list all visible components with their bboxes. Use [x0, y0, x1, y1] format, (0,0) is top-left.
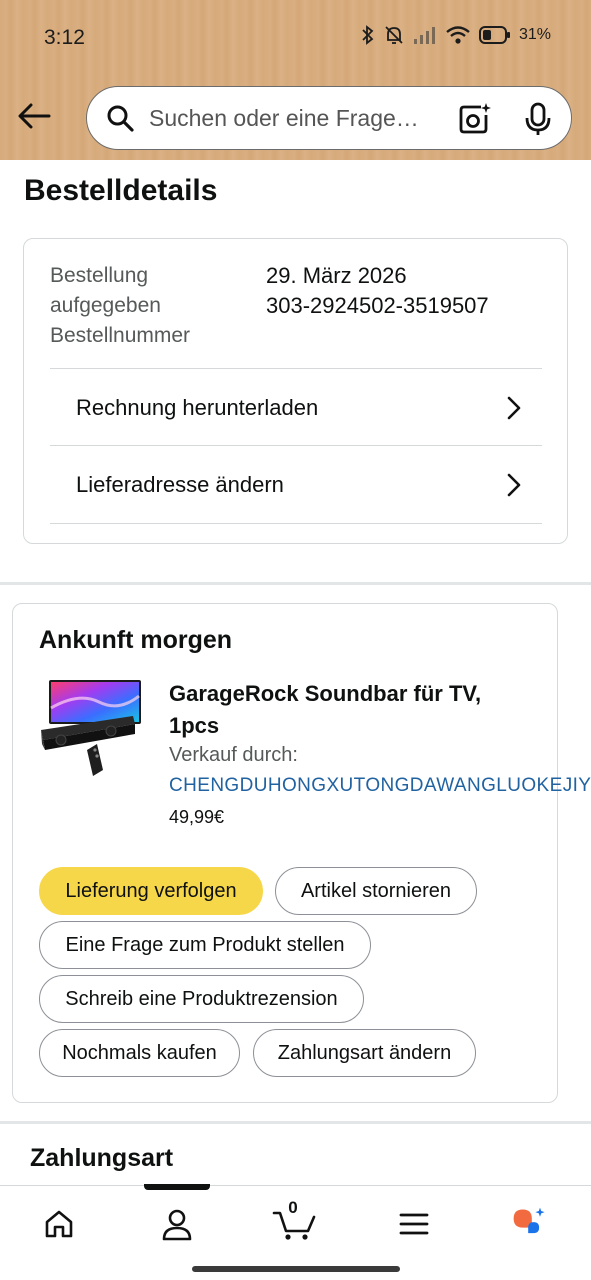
search-input[interactable]: Suchen oder eine Frage… [149, 105, 439, 132]
rufus-icon [513, 1207, 545, 1234]
change-payment-button[interactable]: Zahlungsart ändern [253, 1029, 476, 1077]
chevron-right-icon [507, 473, 521, 497]
order-labels: Bestellung aufgegeben Bestellnummer [50, 261, 240, 351]
section-divider [0, 1121, 591, 1124]
order-placed-label: Bestellung aufgegeben [50, 264, 161, 317]
order-date: 29. März 2026 [266, 263, 407, 288]
nav-rufus[interactable] [510, 1204, 550, 1244]
change-address-row[interactable]: Lieferadresse ändern [50, 445, 542, 523]
cancel-item-button[interactable]: Artikel stornieren [275, 867, 477, 915]
shipment-card: Ankunft morgen GarageRock Soundbar für T… [12, 603, 591, 1103]
status-bar: 3:12 31% [0, 0, 591, 76]
signal-icon [413, 27, 435, 44]
battery-percent: 31% [518, 26, 551, 43]
order-number: 303-2924502-3519507 [266, 293, 489, 318]
header: 3:12 31% Suchen oder eine Frage… [0, 0, 591, 160]
chevron-right-icon [507, 396, 521, 420]
section-divider [0, 582, 591, 585]
search-icon [107, 105, 134, 132]
product-image[interactable] [39, 678, 143, 778]
home-icon [45, 1210, 73, 1238]
back-arrow-icon [18, 103, 51, 129]
nav-cart[interactable]: 0 [272, 1198, 318, 1244]
track-delivery-button[interactable]: Lieferung verfolgen [39, 867, 263, 915]
camera-lens-icon[interactable] [457, 102, 491, 136]
order-summary-card: Bestellung aufgegeben Bestellnummer 29. … [23, 238, 568, 544]
cart-count: 0 [288, 1198, 298, 1217]
sold-by-label: Verkauf durch: [169, 744, 298, 766]
battery-icon [478, 26, 510, 44]
divider [50, 523, 542, 524]
product-title-link[interactable]: GarageRock Soundbar für TV, 1pcs [169, 678, 529, 742]
payment-section-title: Zahlungsart [30, 1144, 174, 1172]
delivery-status-title: Ankunft morgen [39, 626, 233, 654]
change-address-label: Lieferadresse ändern [76, 471, 284, 497]
product-price: 49,99€ [169, 807, 225, 827]
order-values: 29. März 2026 303-2924502-3519507 [266, 261, 489, 321]
status-time: 3:12 [44, 26, 85, 49]
bottom-navigation: 0 [0, 1184, 591, 1280]
buy-again-button[interactable]: Nochmals kaufen [39, 1029, 240, 1077]
page-title: Bestelldetails [24, 174, 218, 207]
back-button[interactable] [14, 96, 54, 136]
search-bar[interactable]: Suchen oder eine Frage… [86, 86, 572, 150]
mute-bell-icon [385, 26, 403, 44]
write-review-button[interactable]: Schreib eine Produktrezension [39, 975, 364, 1023]
nav-home[interactable] [39, 1204, 79, 1244]
download-invoice-row[interactable]: Rechnung herunterladen [50, 368, 542, 446]
status-icons: 31% [361, 24, 551, 46]
active-tab-indicator [144, 1184, 210, 1190]
wifi-icon [446, 26, 470, 44]
microphone-icon[interactable] [523, 101, 553, 137]
seller-link[interactable]: CHENGDUHONGXUTONGDAWANGLUOKEJIY [169, 775, 591, 797]
bluetooth-icon [362, 25, 374, 45]
download-invoice-label: Rechnung herunterladen [76, 394, 319, 420]
ask-question-button[interactable]: Eine Frage zum Produkt stellen [39, 921, 371, 969]
order-number-label: Bestellnummer [50, 324, 191, 347]
gesture-bar [192, 1266, 400, 1272]
account-icon [162, 1209, 192, 1241]
menu-icon [399, 1213, 429, 1235]
nav-account[interactable] [157, 1204, 197, 1244]
nav-menu[interactable] [394, 1204, 434, 1244]
